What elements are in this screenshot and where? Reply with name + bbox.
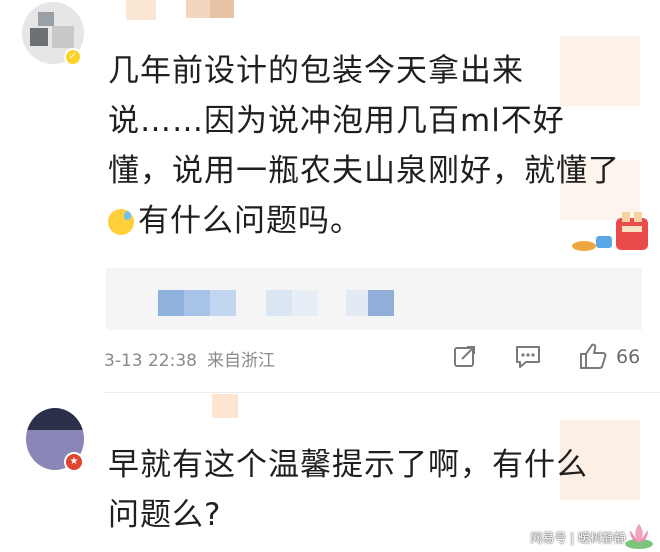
toaster-sticker-icon (572, 212, 648, 251)
lotus-logo-icon (625, 524, 653, 549)
watermark: 网易号 | 暖树静静 (530, 531, 626, 545)
divider (104, 392, 660, 393)
sweat-emoji-icon (108, 209, 134, 235)
comment-meta: 3-13 22:38 来自浙江 (104, 346, 275, 371)
share-icon[interactable] (452, 343, 478, 369)
comment-icon[interactable] (514, 343, 542, 369)
comment-text: 几年前设计的包装今天拿出来 说……因为说冲泡用几百ml不好 懂，说用一瓶农夫山泉… (108, 46, 620, 246)
thumbs-up-icon[interactable] (578, 341, 608, 371)
comment-line: 几年前设计的包装今天拿出来 (108, 53, 524, 89)
member-badge-icon: ★ (64, 452, 84, 472)
like-count: 66 (616, 346, 641, 368)
comment-line: 说……因为说冲泡用几百ml不好 (108, 103, 565, 139)
comment-line: 有什么问题吗。 (138, 203, 362, 239)
verified-badge-icon: ✓ (64, 48, 82, 66)
comment-line: 问题么? (108, 497, 222, 533)
timestamp: 3-13 22:38 (104, 351, 197, 371)
location: 来自浙江 (206, 351, 275, 371)
comment-text: 早就有这个温馨提示了啊，有什么 问题么? (108, 440, 588, 540)
quoted-post[interactable] (106, 268, 642, 330)
comment-line: 懂，说用一瓶农夫山泉刚好，就懂了 (108, 153, 620, 189)
comment-line: 早就有这个温馨提示了啊，有什么 (108, 447, 588, 483)
